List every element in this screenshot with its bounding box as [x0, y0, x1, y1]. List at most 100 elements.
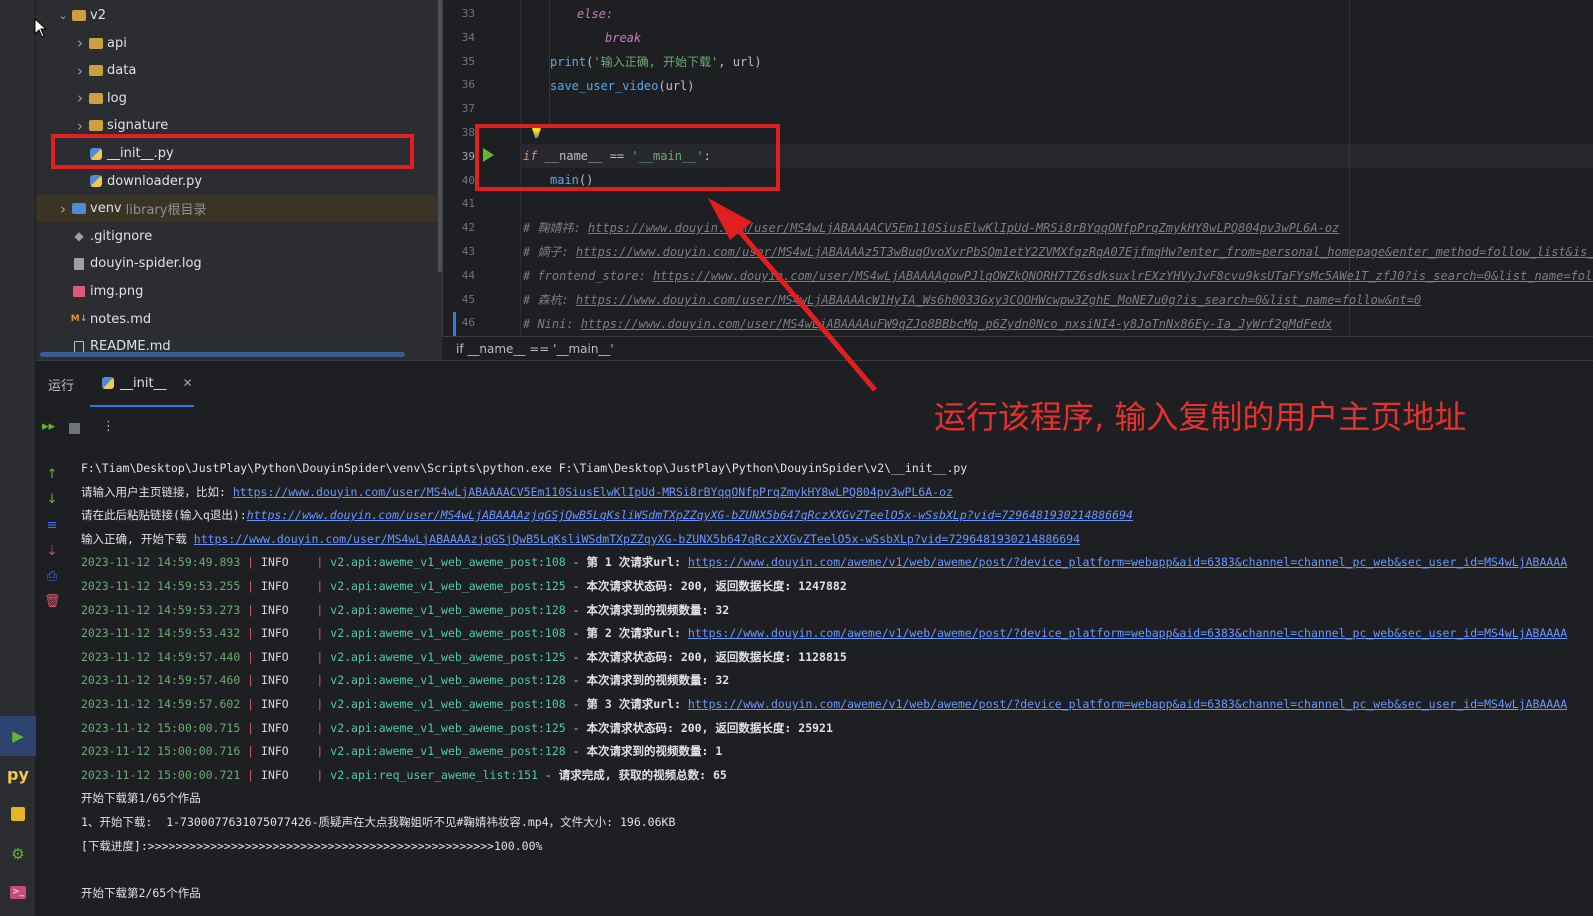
line-number: 41 — [461, 197, 475, 211]
settings-button[interactable]: ⚙ — [0, 834, 36, 874]
editor-breadcrumb[interactable]: if __name__ == '__main__' — [442, 336, 1593, 360]
tree-item-label: signature — [107, 118, 169, 134]
log-mod: v2.api:aweme_v1_web_aweme_post:128 — [330, 602, 566, 617]
services-button[interactable] — [0, 794, 36, 834]
tree-item-douyin-spider-log[interactable]: douyin-spider.log — [36, 250, 442, 277]
log-link[interactable]: https://www.douyin.com/aweme/v1/web/awem… — [688, 697, 1567, 711]
line-number: 43 — [461, 245, 475, 258]
log-row: 2023-11-12 15:00:00.716 | INFO | v2.api:… — [81, 740, 722, 764]
folder-icon — [89, 65, 103, 77]
log-separator: | — [240, 697, 262, 711]
tree-item-api[interactable]: › api — [36, 30, 442, 57]
annotation-text: 运行该程序, 输入复制的用户主页地址 — [934, 398, 1467, 436]
log-separator: | — [288, 555, 331, 570]
stop-icon[interactable] — [69, 423, 80, 434]
log-mod: v2.api:aweme_v1_web_aweme_post:125 — [330, 720, 566, 735]
log-ts: 2023-11-12 14:59:57.460 — [81, 673, 241, 688]
trash-icon[interactable]: 🗑 — [44, 594, 61, 609]
tree-horizontal-scrollbar[interactable] — [40, 352, 405, 357]
annotation-box-main-block — [475, 124, 780, 191]
tree-item-downloader-py[interactable]: downloader.py — [36, 168, 442, 195]
log-row: 2023-11-12 14:59:49.893 | INFO | v2.api:… — [81, 551, 1567, 575]
python-file-icon — [102, 377, 114, 389]
log-separator: - — [565, 697, 587, 711]
log-separator: | — [240, 649, 262, 664]
code-line-45[interactable]: # 森杭: https://www.douyin.com/user/MS4wLj… — [523, 288, 1421, 312]
console-output[interactable]: F:\Tiam\Desktop\JustPlay\Python\DouyinSp… — [81, 457, 1593, 916]
tree-item-venv[interactable]: › venv library根目录 — [36, 195, 442, 223]
code-line-36[interactable]: save_user_video(url) — [550, 74, 695, 98]
log-lvl: INFO — [261, 673, 289, 688]
python-icon: py — [7, 764, 29, 784]
chevron-down-icon[interactable]: ⌄ — [56, 9, 70, 22]
code-line-42[interactable]: # 鞠婧祎: https://www.douyin.com/user/MS4wL… — [523, 216, 1339, 240]
log-link[interactable]: https://www.douyin.com/aweme/v1/web/awem… — [688, 626, 1567, 640]
chevron-right-icon[interactable]: › — [73, 89, 87, 107]
chevron-right-icon[interactable]: › — [73, 117, 87, 135]
log-lvl: INFO — [261, 744, 289, 759]
log-msg: 本次请求到的视频数量: 32 — [586, 602, 730, 617]
close-tab-icon[interactable]: ✕ — [183, 376, 193, 390]
image-icon — [72, 286, 86, 298]
code-line-35[interactable]: print('输入正确, 开始下载', url) — [550, 50, 762, 74]
log-lvl: INFO — [261, 767, 289, 782]
line-number: 33 — [461, 7, 475, 20]
tree-item-data[interactable]: › data — [36, 57, 442, 84]
log-ts: 2023-11-12 15:00:00.721 — [81, 767, 241, 782]
scroll-to-end-icon[interactable]: ⇣ — [44, 544, 60, 559]
print-icon[interactable]: ⎙ — [44, 569, 60, 584]
run-tool-button[interactable]: ▶ — [0, 716, 36, 756]
tree-item-v2[interactable]: ⌄ v2 — [36, 2, 442, 29]
readme-icon — [72, 340, 86, 353]
line-number: 42 — [461, 221, 475, 235]
tree-item-notes-md[interactable]: M↓ notes.md — [36, 306, 442, 333]
console-dl1-detail: 1、开始下载: 1-7300077631075077426-质疑声在大点我鞠姐听… — [81, 815, 676, 829]
log-ts: 2023-11-12 15:00:00.716 — [81, 744, 241, 759]
scroll-down-icon[interactable]: ↓ — [44, 492, 60, 507]
code-line-43[interactable]: # 嫡子: https://www.douyin.com/user/MS4wLj… — [523, 240, 1593, 264]
more-options-icon[interactable]: ⋮ — [102, 419, 115, 434]
terminal-button[interactable]: >_ — [0, 872, 36, 912]
log-separator: | — [288, 626, 331, 641]
tab-init[interactable]: __init__ ✕ — [90, 361, 194, 407]
tree-item-img-png[interactable]: img.png — [36, 278, 442, 305]
code-line-44[interactable]: # frontend_store: https://www.douyin.com… — [523, 264, 1593, 288]
log-msg: 本次请求到的视频数量: 32 — [586, 673, 730, 688]
git-icon: ◆ — [74, 229, 84, 244]
tree-item-log[interactable]: › log — [36, 85, 442, 112]
log-ts: 2023-11-12 14:59:53.255 — [81, 579, 241, 593]
log-msg: 第 2 次请求url: — [586, 626, 688, 641]
markdown-icon: M↓ — [70, 314, 88, 325]
log-mod: v2.api:aweme_v1_web_aweme_post:125 — [330, 579, 566, 593]
log-msg: 第 3 次请求url: — [586, 697, 688, 711]
log-separator: - — [538, 767, 559, 782]
rerun-icon[interactable]: ▸▸ — [42, 419, 55, 434]
log-link[interactable]: https://www.douyin.com/aweme/v1/web/awem… — [688, 555, 1567, 569]
line-number: 37 — [461, 102, 475, 116]
chevron-right-icon[interactable]: › — [73, 34, 87, 52]
log-separator: | — [288, 602, 331, 617]
log-row: 2023-11-12 15:00:00.715 | INFO | v2.api:… — [81, 717, 833, 741]
log-separator: | — [288, 697, 331, 711]
code-line-34[interactable]: break — [605, 26, 641, 50]
python-console-button[interactable]: py — [0, 754, 36, 794]
log-mod: v2.api:req_user_aweme_list:151 — [330, 767, 538, 782]
log-ts: 2023-11-12 15:00:00.715 — [81, 720, 241, 735]
log-row: 2023-11-12 14:59:53.273 | INFO | v2.api:… — [81, 599, 729, 623]
log-separator: | — [240, 579, 262, 593]
code-line-33[interactable]: else: — [577, 2, 613, 26]
log-ts: 2023-11-12 14:59:57.440 — [81, 649, 241, 664]
log-lvl: INFO — [261, 649, 289, 664]
scroll-up-icon[interactable]: ↑ — [44, 467, 60, 482]
log-msg: 本次请求状态码: 200, 返回数据长度: 1128815 — [586, 649, 847, 664]
chevron-right-icon[interactable]: › — [73, 62, 87, 80]
tree-item-gitignore[interactable]: ◆ .gitignore — [36, 223, 442, 250]
project-tree[interactable]: ⌄ v2 › api › data › log › signature __init__.py dow… — [36, 0, 442, 360]
soft-wrap-icon[interactable]: ≡ — [44, 518, 60, 533]
log-separator: | — [240, 744, 262, 759]
tree-item-label: img.png — [90, 284, 144, 299]
log-msg: 第 1 次请求url: — [586, 555, 688, 570]
log-separator: - — [565, 555, 587, 570]
chevron-right-icon[interactable]: › — [56, 200, 70, 218]
code-line-46[interactable]: # Nini: https://www.douyin.com/user/MS4w… — [523, 312, 1332, 336]
